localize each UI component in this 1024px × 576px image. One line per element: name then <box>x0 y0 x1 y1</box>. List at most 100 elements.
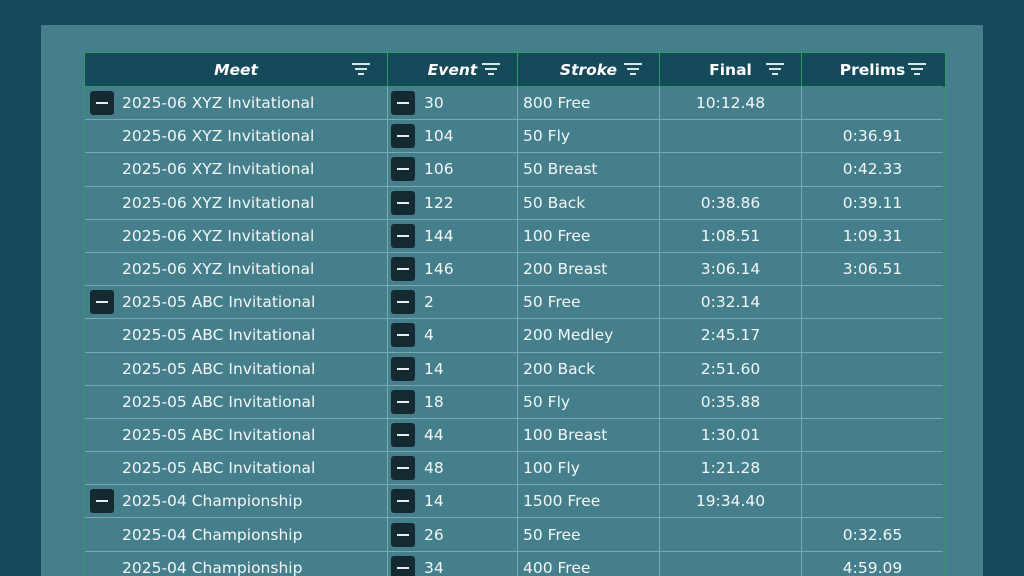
table-row[interactable]: 2025-05 ABC Invitational 4 200 Medley 2:45.… <box>85 319 945 353</box>
prelims-time-cell[interactable] <box>802 353 943 386</box>
column-header-final[interactable]: Final <box>660 53 802 87</box>
meet-cell[interactable]: 2025-05 ABC Invitational <box>85 286 388 320</box>
prelims-time-cell[interactable] <box>802 485 943 519</box>
collapse-icon[interactable] <box>391 356 415 381</box>
table-row[interactable]: 2025-05 ABC Invitational 48 100 Fly 1:21.28 <box>85 452 945 486</box>
stroke-cell[interactable]: 100 Fly <box>518 452 660 486</box>
collapse-icon[interactable] <box>391 257 415 282</box>
event-cell[interactable]: 18 <box>388 385 518 419</box>
meet-cell[interactable]: 2025-06 XYZ Invitational <box>85 120 388 154</box>
meet-cell[interactable]: 2025-05 ABC Invitational <box>85 385 388 419</box>
table-row[interactable]: 2025-06 XYZ Invitational 122 50 Back 0:38.8… <box>85 186 945 220</box>
meet-cell[interactable]: 2025-04 Championship <box>85 485 388 519</box>
event-cell[interactable]: 44 <box>388 418 518 453</box>
final-time-cell[interactable]: 0:32.14 <box>660 286 802 320</box>
prelims-time-cell[interactable] <box>802 419 943 453</box>
collapse-icon[interactable] <box>90 290 114 315</box>
filter-icon[interactable] <box>766 63 784 77</box>
prelims-time-cell[interactable] <box>802 286 943 320</box>
prelims-time-cell[interactable]: 0:36.91 <box>802 120 943 154</box>
table-row[interactable]: 2025-05 ABC Invitational 18 50 Fly 0:35.88 <box>85 385 945 419</box>
final-time-cell[interactable]: 19:34.40 <box>660 485 802 519</box>
filter-icon[interactable] <box>352 63 370 77</box>
prelims-time-cell[interactable] <box>802 319 943 353</box>
event-cell[interactable]: 34 <box>388 551 518 576</box>
stroke-cell[interactable]: 800 Free <box>518 87 660 121</box>
stroke-cell[interactable]: 50 Fly <box>518 120 660 154</box>
meet-cell[interactable]: 2025-06 XYZ Invitational <box>85 252 388 287</box>
event-cell[interactable]: 4 <box>388 319 518 353</box>
prelims-time-cell[interactable]: 0:42.33 <box>802 153 943 187</box>
event-cell[interactable]: 144 <box>388 219 518 253</box>
stroke-cell[interactable]: 50 Free <box>518 286 660 320</box>
stroke-cell[interactable]: 50 Fly <box>518 385 660 419</box>
event-cell[interactable]: 26 <box>388 518 518 552</box>
filter-icon[interactable] <box>908 63 926 77</box>
collapse-icon[interactable] <box>391 456 415 481</box>
column-header-event[interactable]: Event <box>388 53 518 87</box>
table-row[interactable]: 2025-05 ABC Invitational 14 200 Back 2:51.6… <box>85 352 945 386</box>
final-time-cell[interactable]: 3:06.14 <box>660 252 802 287</box>
event-cell[interactable]: 146 <box>388 252 518 287</box>
event-cell[interactable]: 104 <box>388 120 518 154</box>
event-cell[interactable]: 48 <box>388 452 518 486</box>
final-time-cell[interactable] <box>660 551 802 576</box>
collapse-icon[interactable] <box>391 91 415 116</box>
final-time-cell[interactable]: 1:21.28 <box>660 452 802 486</box>
final-time-cell[interactable]: 0:35.88 <box>660 385 802 419</box>
collapse-icon[interactable] <box>391 190 415 215</box>
meet-cell[interactable]: 2025-05 ABC Invitational <box>85 319 388 353</box>
event-cell[interactable]: 14 <box>388 485 518 519</box>
final-time-cell[interactable]: 1:30.01 <box>660 418 802 453</box>
event-cell[interactable]: 122 <box>388 186 518 220</box>
prelims-time-cell[interactable] <box>802 386 943 419</box>
meet-cell[interactable]: 2025-05 ABC Invitational <box>85 452 388 486</box>
column-header-meet[interactable]: Meet <box>85 53 388 87</box>
collapse-icon[interactable] <box>391 323 415 348</box>
column-header-prelims[interactable]: Prelims <box>802 53 943 87</box>
final-time-cell[interactable]: 2:45.17 <box>660 319 802 353</box>
meet-cell[interactable]: 2025-06 XYZ Invitational <box>85 186 388 220</box>
final-time-cell[interactable] <box>660 518 802 552</box>
stroke-cell[interactable]: 50 Breast <box>518 153 660 187</box>
stroke-cell[interactable]: 100 Free <box>518 219 660 253</box>
prelims-time-cell[interactable]: 0:39.11 <box>802 187 943 220</box>
final-time-cell[interactable] <box>660 120 802 154</box>
table-row[interactable]: 2025-06 XYZ Invitational 104 50 Fly 0:36.91 <box>85 120 945 154</box>
collapse-icon[interactable] <box>90 91 114 116</box>
collapse-icon[interactable] <box>391 389 415 414</box>
prelims-time-cell[interactable]: 1:09.31 <box>802 220 943 253</box>
event-cell[interactable]: 106 <box>388 153 518 187</box>
collapse-icon[interactable] <box>391 157 415 182</box>
stroke-cell[interactable]: 100 Breast <box>518 418 660 453</box>
final-time-cell[interactable]: 10:12.48 <box>660 87 802 121</box>
stroke-cell[interactable]: 200 Back <box>518 352 660 386</box>
meet-cell[interactable]: 2025-05 ABC Invitational <box>85 418 388 453</box>
stroke-cell[interactable]: 50 Back <box>518 186 660 220</box>
prelims-time-cell[interactable] <box>802 452 943 486</box>
collapse-icon[interactable] <box>90 489 114 514</box>
final-time-cell[interactable]: 0:38.86 <box>660 186 802 220</box>
prelims-time-cell[interactable]: 4:59.09 <box>802 552 943 576</box>
table-row[interactable]: 2025-06 XYZ Invitational 30 800 Free 10:12.… <box>85 87 945 121</box>
meet-cell[interactable]: 2025-06 XYZ Invitational <box>85 219 388 253</box>
column-header-stroke[interactable]: Stroke <box>518 53 660 87</box>
final-time-cell[interactable]: 2:51.60 <box>660 352 802 386</box>
filter-icon[interactable] <box>482 63 500 77</box>
table-row[interactable]: 2025-04 Championship 34 400 Free 4:59.09 <box>85 551 945 576</box>
meet-cell[interactable]: 2025-05 ABC Invitational <box>85 352 388 386</box>
final-time-cell[interactable] <box>660 153 802 187</box>
collapse-icon[interactable] <box>391 223 415 248</box>
event-cell[interactable]: 14 <box>388 352 518 386</box>
meet-cell[interactable]: 2025-06 XYZ Invitational <box>85 87 388 121</box>
collapse-icon[interactable] <box>391 124 415 149</box>
stroke-cell[interactable]: 200 Breast <box>518 252 660 287</box>
stroke-cell[interactable]: 50 Free <box>518 518 660 552</box>
table-row[interactable]: 2025-04 Championship 14 1500 Free 19:34.40 <box>85 485 945 519</box>
filter-icon[interactable] <box>624 63 642 77</box>
collapse-icon[interactable] <box>391 555 415 576</box>
prelims-time-cell[interactable] <box>802 87 943 121</box>
stroke-cell[interactable]: 200 Medley <box>518 319 660 353</box>
table-row[interactable]: 2025-05 ABC Invitational 2 50 Free 0:32.14 <box>85 286 945 320</box>
table-row[interactable]: 2025-06 XYZ Invitational 106 50 Breast 0:42… <box>85 153 945 187</box>
